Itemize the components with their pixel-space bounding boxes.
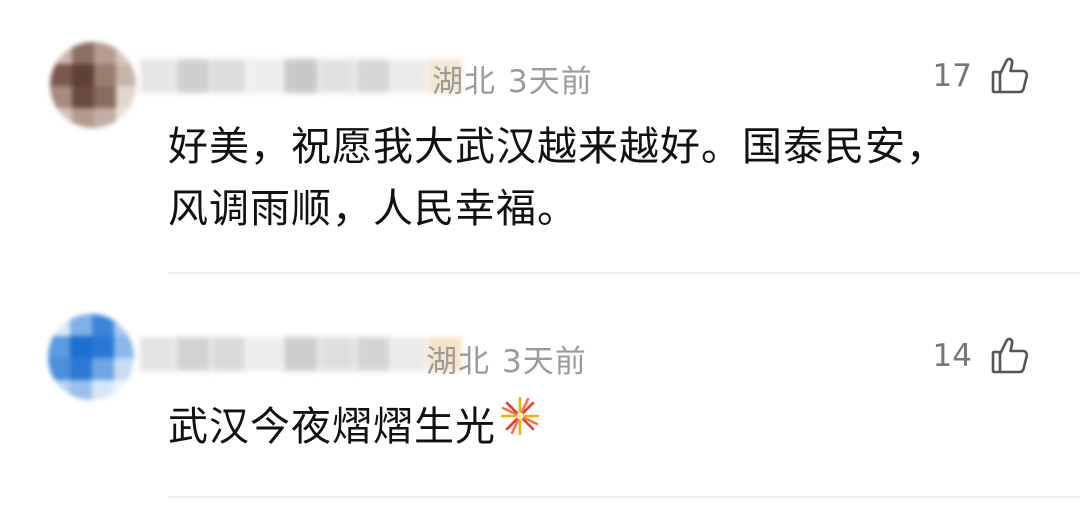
username-mosaic-block xyxy=(248,59,282,93)
username-mosaic-block xyxy=(248,337,282,371)
username-mosaic-block xyxy=(356,59,390,93)
comment-text: 好美，祝愿我大武汉越来越好。国泰民安， 风调雨顺，人民幸福。 xyxy=(168,116,947,240)
avatar-mosaic-block xyxy=(50,86,72,108)
avatar-mosaic-block xyxy=(114,336,134,358)
avatar-mosaic-block xyxy=(94,42,116,64)
avatar-mosaic-block xyxy=(114,358,134,380)
comment-line: 风调雨顺，人民幸福。 xyxy=(168,186,578,232)
avatar-mosaic-block xyxy=(114,380,134,400)
avatar-mosaic-block xyxy=(50,108,72,128)
username-mosaic-block xyxy=(392,59,426,93)
username-mosaic-block xyxy=(392,337,426,371)
comment-location: 湖北 xyxy=(432,64,496,100)
avatar-mosaic-block xyxy=(72,108,94,128)
avatar-mosaic-block xyxy=(72,86,94,108)
avatar-mosaic-block xyxy=(48,314,70,336)
avatar-mosaic-block xyxy=(72,64,94,86)
avatar-mosaic-block xyxy=(116,86,136,108)
avatar-mosaic-block xyxy=(92,336,114,358)
comment-time: 3天前 xyxy=(508,64,593,100)
username-mosaic-block xyxy=(176,59,210,93)
avatar-mosaic-block xyxy=(94,64,116,86)
username-mosaic-block xyxy=(356,337,390,371)
like-button[interactable]: 17 xyxy=(933,56,1030,96)
thumbs-up-icon[interactable] xyxy=(990,56,1030,96)
avatar-mosaic-block xyxy=(116,108,136,128)
avatar-mosaic-block xyxy=(70,380,92,400)
avatar-mosaic-block xyxy=(70,314,92,336)
avatar-mosaic-block xyxy=(72,42,94,64)
divider xyxy=(168,272,1080,274)
divider xyxy=(168,496,1080,498)
avatar-mosaic-block xyxy=(70,336,92,358)
comment-location: 湖北 xyxy=(426,344,490,380)
avatar-mosaic-block xyxy=(92,380,114,400)
comment-line: 好美，祝愿我大武汉越来越好。国泰民安， xyxy=(168,124,947,170)
avatar-mosaic-block xyxy=(94,108,116,128)
username-mosaic-block xyxy=(212,337,246,371)
comment-line: 武汉今夜熠熠生光 xyxy=(168,396,542,460)
comment-time: 3天前 xyxy=(502,344,587,380)
username-mosaic-block xyxy=(320,337,354,371)
like-button[interactable]: 14 xyxy=(933,336,1030,376)
avatar-mosaic-block xyxy=(114,314,134,336)
comment-line-text: 武汉今夜熠熠生光 xyxy=(168,404,496,450)
avatar-mosaic-block xyxy=(92,358,114,380)
avatar[interactable] xyxy=(50,42,136,128)
comment-meta: 湖北 3天前 xyxy=(426,336,587,381)
avatar-mosaic-block xyxy=(48,380,70,400)
username-blurred[interactable] xyxy=(140,56,464,96)
username-mosaic-block xyxy=(140,337,174,371)
avatar-mosaic-block xyxy=(50,64,72,86)
comment-text: 武汉今夜熠熠生光 xyxy=(168,396,542,460)
avatar-mosaic-block xyxy=(92,314,114,336)
fireworks-emoji-icon xyxy=(498,394,542,456)
username-mosaic-block xyxy=(212,59,246,93)
thumbs-up-icon[interactable] xyxy=(990,336,1030,376)
like-count: 17 xyxy=(932,58,972,94)
avatar-mosaic-block xyxy=(50,42,72,64)
username-mosaic-block xyxy=(140,59,174,93)
username-mosaic-block xyxy=(284,337,318,371)
avatar-mosaic-block xyxy=(70,358,92,380)
avatar-mosaic-block xyxy=(48,336,70,358)
avatar-mosaic-block xyxy=(48,358,70,380)
username-mosaic-block xyxy=(320,59,354,93)
avatar[interactable] xyxy=(48,314,134,400)
comment-meta: 湖北 3天前 xyxy=(432,56,593,101)
avatar-mosaic-block xyxy=(116,64,136,86)
avatar-mosaic-block xyxy=(94,86,116,108)
username-mosaic-block xyxy=(284,59,318,93)
username-mosaic-block xyxy=(176,337,210,371)
avatar-mosaic-block xyxy=(116,42,136,64)
username-blurred[interactable] xyxy=(140,334,464,374)
like-count: 14 xyxy=(932,338,972,374)
